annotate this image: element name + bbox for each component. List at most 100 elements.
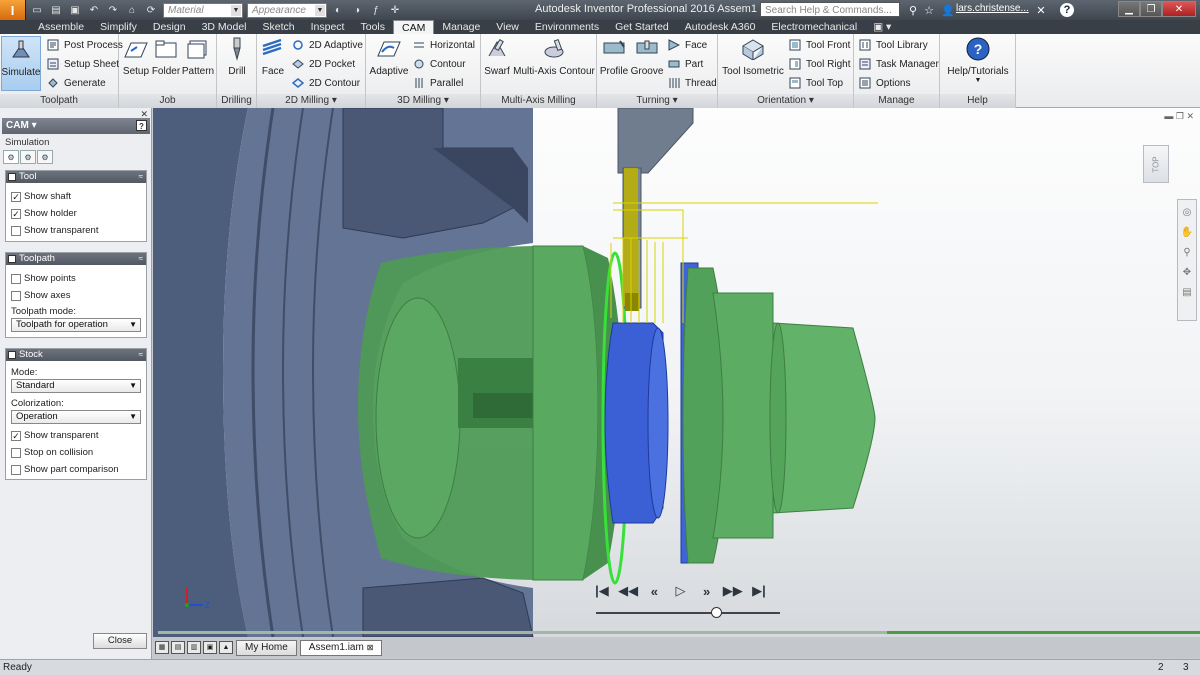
pan-icon[interactable]: ✋ [1178, 224, 1196, 240]
groove-button[interactable]: Groove [631, 36, 663, 77]
toolpath-tab-icon[interactable]: ⚙ [20, 150, 36, 164]
next-operation-icon[interactable]: ▶▶ [723, 582, 743, 600]
tile-icon[interactable]: ▦ [155, 641, 169, 654]
collapse-icon[interactable]: ≈ [139, 349, 143, 361]
step-back-icon[interactable]: « [645, 582, 663, 600]
toolpath-group-header[interactable]: Toolpath ≈ [6, 253, 146, 265]
group-enable-checkbox[interactable] [8, 351, 16, 359]
show-part-comparison-checkbox[interactable]: Show part comparison [11, 464, 119, 475]
exchange-icon[interactable]: ✕ [1033, 2, 1049, 18]
look-at-icon[interactable]: ▤ [1178, 284, 1196, 300]
stock-show-transparent-checkbox[interactable]: ✓ Show transparent [11, 430, 98, 441]
thread-button[interactable]: Thread [667, 75, 717, 91]
stock-group-header[interactable]: Stock ≈ [6, 349, 146, 361]
tab-environments[interactable]: Environments [527, 20, 607, 34]
play-icon[interactable]: ▷ [671, 582, 689, 600]
tab-autodesk-a360[interactable]: Autodesk A360 [677, 20, 764, 34]
show-axes-checkbox[interactable]: Show axes [11, 290, 70, 301]
binoculars-icon[interactable]: ⚲ [905, 2, 921, 18]
group-enable-checkbox[interactable] [8, 173, 16, 181]
measure-icon[interactable]: ✛ [387, 3, 403, 17]
chevron-down-icon[interactable]: ▾ [444, 95, 449, 106]
close-window-button[interactable]: ✕ [1162, 1, 1196, 17]
tool-group-header[interactable]: Tool ≈ [6, 171, 146, 183]
checkbox-unchecked[interactable] [11, 464, 21, 475]
tool-isometric-button[interactable]: Tool Isometric [720, 36, 786, 77]
tab-simplify[interactable]: Simplify [92, 20, 145, 34]
help-tutorials-button[interactable]: ? Help/Tutorials ▼ [944, 36, 1012, 84]
color-override-icon[interactable]: ◐ [330, 3, 346, 17]
chevron-down-icon[interactable]: ▾ [673, 95, 678, 106]
skip-to-start-icon[interactable]: |◀ [593, 582, 611, 600]
redo-icon[interactable]: ↷ [105, 3, 121, 17]
part-button[interactable]: Part [667, 56, 703, 72]
tool-top-button[interactable]: Tool Top [788, 75, 843, 91]
help-search-input[interactable]: Search Help & Commands... [760, 2, 900, 17]
help-icon[interactable]: ? [1060, 3, 1074, 17]
tab-tools[interactable]: Tools [352, 20, 393, 34]
close-icon[interactable]: ⊠ [367, 643, 374, 652]
setup-button[interactable]: Setup [122, 36, 150, 77]
steering-wheel-icon[interactable]: ◎ [1178, 204, 1196, 220]
orbit-icon[interactable]: ✥ [1178, 264, 1196, 280]
tool-library-button[interactable]: Tool Library [858, 37, 928, 53]
parallel-button[interactable]: Parallel [412, 75, 463, 91]
speed-slider-handle[interactable] [710, 607, 722, 618]
panel-header[interactable]: CAM ▾? [2, 118, 150, 134]
2d-contour-button[interactable]: 2D Contour [291, 75, 360, 91]
update-icon[interactable]: ⟳ [143, 3, 159, 17]
toolpath-mode-select[interactable]: Toolpath for operation ▼ [11, 318, 141, 332]
skip-to-end-icon[interactable]: ▶| [750, 582, 768, 600]
chevron-down-icon[interactable]: ▾ [809, 95, 814, 106]
tool-right-button[interactable]: Tool Right [788, 56, 850, 72]
tab-my-home[interactable]: My Home [236, 639, 297, 656]
generate-button[interactable]: Generate [46, 75, 106, 91]
clear-override-icon[interactable]: ◑ [349, 3, 365, 17]
task-manager-button[interactable]: Task Manager [858, 56, 939, 72]
group-enable-checkbox[interactable] [8, 255, 16, 263]
material-combo[interactable]: Material ▼ [163, 2, 243, 18]
arrange-icon[interactable]: ▥ [187, 641, 201, 654]
simulate-button[interactable]: Simulate [1, 36, 41, 91]
colorization-select[interactable]: Operation ▼ [11, 410, 141, 424]
show-points-checkbox[interactable]: Show points [11, 273, 76, 284]
setup-sheet-button[interactable]: Setup Sheet [46, 56, 119, 72]
checkbox-unchecked[interactable] [11, 447, 21, 458]
new-icon[interactable]: ▭ [29, 3, 45, 17]
save-icon[interactable]: ▣ [67, 3, 83, 17]
checkbox-unchecked[interactable] [11, 290, 21, 301]
stop-on-collision-checkbox[interactable]: Stop on collision [11, 447, 93, 458]
previous-operation-icon[interactable]: ◀◀ [618, 582, 638, 600]
home-icon[interactable]: ⌂ [124, 3, 140, 17]
tab-up-icon[interactable]: ▲ [219, 641, 233, 654]
simulation-progress-bar[interactable] [158, 631, 1200, 634]
turning-face-button[interactable]: Face [667, 37, 707, 53]
tab-assemble[interactable]: Assemble [30, 20, 92, 34]
multi-axis-contour-button[interactable]: Multi-Axis Contour [513, 36, 595, 77]
tab-sketch[interactable]: Sketch [255, 20, 303, 34]
stock-tab-icon[interactable]: ⚙ [37, 150, 53, 164]
star-icon[interactable]: ☆ [921, 2, 937, 18]
adaptive-button[interactable]: Adaptive [368, 36, 410, 77]
3d-viewport[interactable]: ▬ ❐ ✕ TOP ◎ ✋ ⚲ ✥ ▤ Z |◀ ◀◀ « ▷ » ▶▶ ▶| [153, 108, 1200, 637]
swarf-button[interactable]: Swarf [483, 36, 511, 77]
collapse-icon[interactable]: ≈ [139, 253, 143, 265]
user-account-link[interactable]: lars.christense... [956, 3, 1029, 14]
show-holder-checkbox[interactable]: ✓ Show holder [11, 208, 77, 219]
tab-overflow-icon[interactable]: ▣ ▾ [865, 20, 899, 34]
tab-inspect[interactable]: Inspect [303, 20, 353, 34]
tab-list-icon[interactable]: ▣ [203, 641, 217, 654]
minimize-button[interactable]: ▁ [1118, 1, 1140, 17]
checkbox-checked[interactable]: ✓ [11, 191, 21, 202]
collapse-icon[interactable]: ≈ [139, 171, 143, 183]
tab-electromechanical[interactable]: Electromechanical [763, 20, 865, 34]
face-button[interactable]: Face [259, 36, 287, 77]
folder-button[interactable]: Folder [151, 36, 181, 77]
contour-button[interactable]: Contour [412, 56, 466, 72]
step-forward-icon[interactable]: » [698, 582, 716, 600]
cascade-icon[interactable]: ▤ [171, 641, 185, 654]
chevron-down-icon[interactable]: ▾ [332, 95, 337, 106]
checkbox-checked[interactable]: ✓ [11, 430, 21, 441]
viewcube[interactable]: TOP [1143, 145, 1169, 183]
tab-cam[interactable]: CAM [393, 20, 435, 34]
